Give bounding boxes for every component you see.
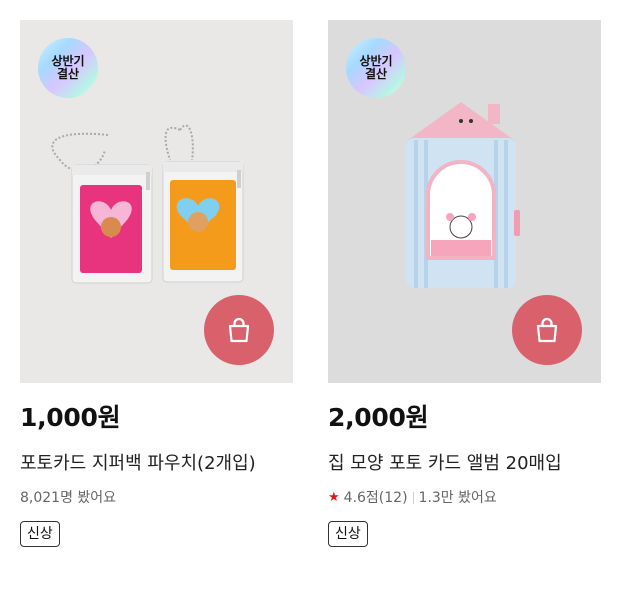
view-count: 8,021명 봤어요 xyxy=(20,490,117,506)
product-image[interactable]: 상반기 결산 xyxy=(328,20,601,383)
product-meta: 8,021명 봤어요 xyxy=(20,489,293,507)
product-card[interactable]: 상반기 결산 1,000원 포토카드 지퍼백 파우치(2개입) 8,021명 봤… xyxy=(20,20,293,547)
product-title[interactable]: 포토카드 지퍼백 파우치(2개입) xyxy=(20,449,293,479)
star-icon: ★ xyxy=(328,490,340,505)
product-price: 2,000원 xyxy=(328,403,429,432)
shopping-bag-icon xyxy=(228,317,250,343)
divider xyxy=(412,492,414,504)
new-tag: 신상 xyxy=(20,521,60,547)
product-price: 1,000원 xyxy=(20,403,121,432)
shopping-bag-icon xyxy=(536,317,558,343)
product-title[interactable]: 집 모양 포토 카드 앨범 20매입 xyxy=(328,449,601,479)
sale-badge-label: 상반기 결산 xyxy=(359,54,393,81)
sale-badge-label: 상반기 결산 xyxy=(51,54,85,81)
add-to-cart-button[interactable] xyxy=(512,295,582,365)
view-count: 1.3만 봤어요 xyxy=(418,490,497,506)
product-card[interactable]: 상반기 결산 2,000원 집 모양 포토 카드 앨범 20매입 ★ 4.6점(… xyxy=(328,20,601,547)
sale-badge: 상반기 결산 xyxy=(346,38,406,98)
product-meta: ★ 4.6점(12) 1.3만 봤어요 xyxy=(328,489,601,507)
sale-badge: 상반기 결산 xyxy=(38,38,98,98)
new-tag: 신상 xyxy=(328,521,368,547)
add-to-cart-button[interactable] xyxy=(204,295,274,365)
product-image[interactable]: 상반기 결산 xyxy=(20,20,293,383)
rating: 4.6점(12) xyxy=(343,490,408,506)
